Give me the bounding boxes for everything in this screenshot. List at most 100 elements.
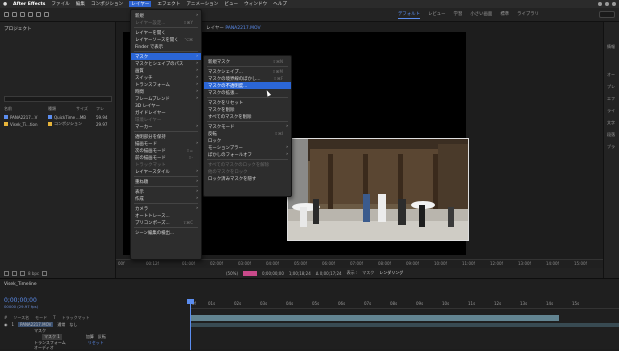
menu_layer-item[interactable]: 透明部分を保持	[131, 133, 201, 140]
menu_layer-item[interactable]: レイヤーソースを開く ⌥⌘	[131, 36, 201, 43]
menu_layer-item[interactable]: トランスフォーム ›	[131, 81, 201, 88]
bpc-label[interactable]: 8 bpc	[28, 271, 39, 276]
search-help-field[interactable]	[599, 11, 615, 18]
menu_layer-item[interactable]: 画質 ›	[131, 67, 201, 74]
workspace-review[interactable]: レビュー	[428, 11, 446, 19]
workspace-standard[interactable]: 標準	[500, 11, 509, 19]
camera-tool-icon[interactable]	[44, 12, 49, 17]
app-name[interactable]: After Effects	[13, 2, 45, 7]
trash-icon[interactable]	[42, 271, 48, 276]
project-panel-title[interactable]: プロジェクト	[4, 26, 32, 32]
menu_layer-item[interactable]: 新規 ›	[131, 12, 201, 19]
out-point-time[interactable]: 1;00;18;24	[289, 271, 311, 276]
menu_mask-item[interactable]: ぼかしのフォールオフ ›	[204, 151, 291, 158]
playhead-handle[interactable]	[187, 299, 194, 304]
selection-tool-icon[interactable]	[12, 12, 17, 17]
menu-view[interactable]: ビュー	[224, 1, 238, 7]
menu_mask-item[interactable]: マスクシェイプ... ⇧⌘M	[204, 68, 291, 75]
panel-libraries[interactable]: ライ	[607, 108, 615, 114]
zoom-dropdown[interactable]: (50%)	[226, 271, 238, 276]
panel-character[interactable]: 文字	[607, 120, 615, 126]
menu-animation[interactable]: アニメーション	[186, 1, 218, 7]
timeline-property-row[interactable]: オーディオ	[4, 344, 189, 351]
panel-brushes[interactable]: ブラ	[607, 144, 615, 150]
menu_layer-item[interactable]: フレームブレンド ›	[131, 95, 201, 102]
menu_layer-item[interactable]: スイッチ ›	[131, 74, 201, 81]
layer-duration-bar[interactable]	[190, 315, 559, 321]
menu_mask-item[interactable]: すべてのマスクを削除	[204, 113, 291, 120]
panel-effects[interactable]: エフ	[607, 96, 615, 102]
menu_layer-item[interactable]: レイヤーを開く	[131, 29, 201, 36]
col-fps[interactable]: フレ	[96, 106, 104, 112]
rotate-tool-icon[interactable]	[36, 12, 41, 17]
layer-panel-tab[interactable]: レイヤー PANA2217.MOV	[206, 25, 261, 31]
menu_mask-item[interactable]: マスクをリセット	[204, 99, 291, 106]
menu_layer-item[interactable]: レイヤースタイル ›	[131, 168, 201, 175]
menu_mask-item[interactable]: モーションブラー ›	[204, 144, 291, 151]
workspace-learn[interactable]: 学習	[454, 11, 463, 19]
zoom-tool-icon[interactable]	[28, 12, 33, 17]
menu-composition[interactable]: コンポジション	[91, 1, 123, 7]
current-time-indicator[interactable]	[190, 300, 191, 350]
menu_layer-item[interactable]: カメラ ›	[131, 205, 201, 212]
menu_mask-item[interactable]: 反転 ⇧⌘I	[204, 130, 291, 137]
menu_mask-item[interactable]: ロック済みマスクを隠す	[204, 175, 291, 182]
menu_layer-item[interactable]: マーカー ›	[131, 123, 201, 130]
menu-edit[interactable]: 編集	[76, 1, 85, 7]
panel-info[interactable]: 情報	[607, 44, 615, 50]
menu_layer-item[interactable]: 3D レイヤー	[131, 102, 201, 109]
property-group-audio[interactable]: オーディオ	[34, 345, 54, 351]
menu_layer-item[interactable]: プリコンポーズ... ⇧⌘C	[131, 219, 201, 226]
interpret-footage-icon[interactable]	[4, 271, 9, 276]
timeline-tab[interactable]: Visek_Timeline	[4, 282, 37, 287]
menu_layer-item[interactable]: オートトレース...	[131, 212, 201, 219]
menu_layer-item[interactable]: 描画モード ›	[131, 140, 201, 147]
view-dropdown[interactable]: マスク	[362, 270, 374, 276]
menu-help[interactable]: ヘルプ	[273, 1, 287, 7]
menu_layer-item[interactable]: マスクとシェイプのパス ›	[131, 60, 201, 67]
menu_mask-item[interactable]: マスクモード ›	[204, 123, 291, 130]
menu_layer-item[interactable]: 表示 ›	[131, 188, 201, 195]
new-composition-icon[interactable]	[20, 271, 25, 276]
col-name[interactable]: 名前	[4, 106, 48, 112]
home-icon[interactable]	[4, 12, 9, 17]
project-item[interactable]: PANA2217...V QuickTime ...MB 59.94	[4, 114, 114, 120]
menu_layer-item[interactable]: 作成 ›	[131, 195, 201, 202]
menu-file[interactable]: ファイル	[51, 1, 69, 7]
menu_layer-item[interactable]: ガイドレイヤー	[131, 109, 201, 116]
footage-frame[interactable]	[287, 138, 469, 241]
in-point-time[interactable]: 0;00;00;00	[262, 271, 284, 276]
menu-layer[interactable]: レイヤー	[129, 1, 152, 7]
project-search-input[interactable]	[4, 96, 112, 102]
menu_mask-item[interactable]: マスクの不透明度...	[204, 82, 291, 89]
menu_layer-item[interactable]: 時間 ›	[131, 88, 201, 95]
menu_layer-item[interactable]: Finder で表示	[131, 43, 201, 50]
workspace-default[interactable]: デフォルト	[398, 11, 420, 19]
workspace-small-screen[interactable]: 小さい画面	[470, 11, 492, 19]
wifi-icon[interactable]	[598, 2, 602, 6]
menu-effect[interactable]: エフェクト	[157, 1, 180, 7]
panel-audio[interactable]: オー	[607, 72, 615, 78]
render-checkbox[interactable]: レンダリング	[379, 270, 403, 276]
menu_mask-item[interactable]: 新規マスク ⇧⌘N	[204, 58, 291, 65]
current-time-display[interactable]: 0;00;00;00	[4, 297, 37, 304]
control-center-icon[interactable]	[612, 2, 616, 6]
workspace-libraries[interactable]: ライブラリ	[517, 11, 539, 19]
apple-icon[interactable]: ●	[3, 2, 7, 7]
timeline-ruler[interactable]: 0f 01s 02s 03s 04s 05s 06s 07s 08s 09s 1…	[190, 300, 619, 309]
col-type[interactable]: 種類	[48, 106, 76, 112]
menu_mask-item[interactable]: ロック	[204, 137, 291, 144]
panel-preview[interactable]: プレ	[607, 84, 615, 90]
menu-window[interactable]: ウィンドウ	[244, 1, 267, 7]
battery-icon[interactable]	[605, 2, 609, 6]
new-folder-icon[interactable]	[12, 271, 17, 276]
menu_mask-item[interactable]: マスクを削除	[204, 106, 291, 113]
menu_layer-item[interactable]: シーン編集の検出...	[131, 229, 201, 236]
menu_mask-item[interactable]: マスクの境界線のぼかし... ⇧⌘F	[204, 75, 291, 82]
hand-tool-icon[interactable]	[20, 12, 25, 17]
menu_layer-item[interactable]: マスク ›	[131, 53, 201, 60]
menu_layer-item[interactable]: 次の描画モード ⇧=	[131, 147, 201, 154]
menu_mask-item[interactable]: マスクの拡張...	[204, 89, 291, 96]
col-size[interactable]: サイズ	[76, 106, 96, 112]
project-item[interactable]: Visek_Ti...tion コンポジション 29.97	[4, 121, 114, 127]
